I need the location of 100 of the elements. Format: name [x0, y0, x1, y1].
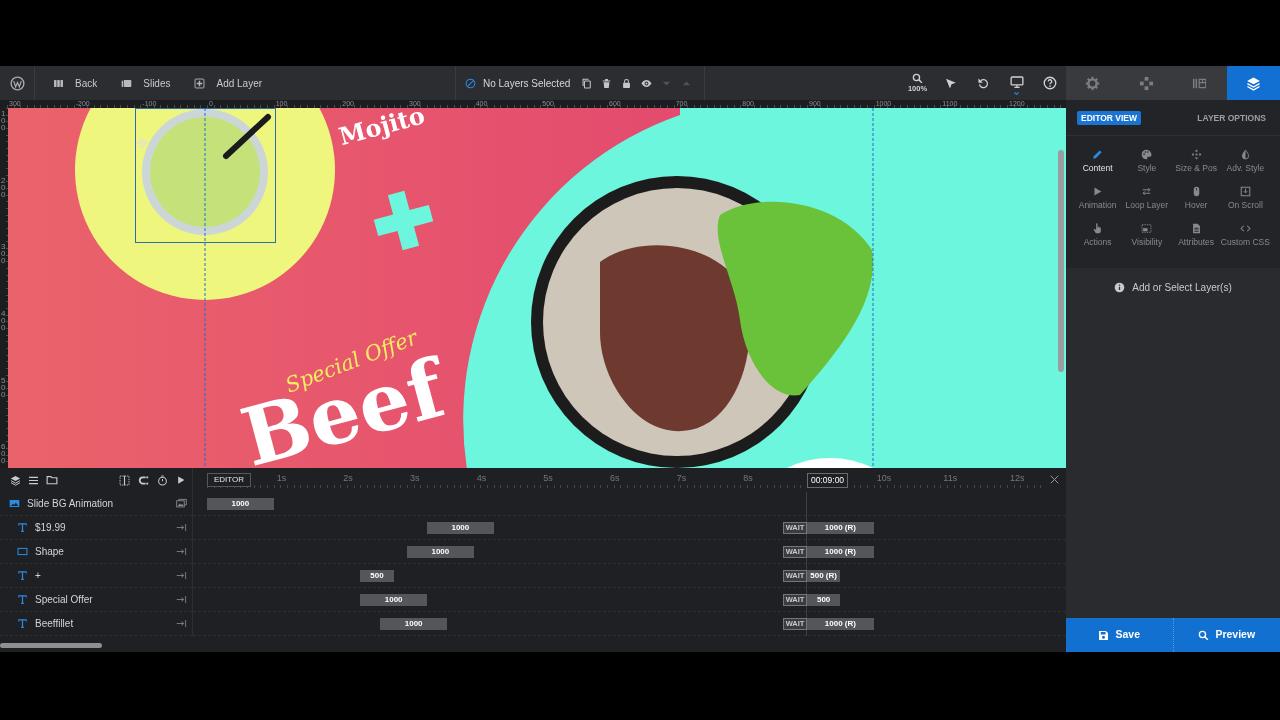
play-icon [1092, 186, 1104, 197]
images-icon[interactable] [176, 498, 187, 509]
editor-button[interactable]: EDITOR [207, 473, 252, 487]
panel-tab[interactable] [1066, 66, 1120, 100]
option-button[interactable]: Content [1073, 144, 1123, 181]
arrow-to-line-icon[interactable] [176, 594, 187, 605]
time-label: 6s [610, 473, 620, 483]
time-label: 12s [1010, 473, 1025, 483]
time-label: 1s [276, 473, 287, 483]
option-button[interactable]: Visibility [1122, 218, 1172, 255]
trash-icon[interactable] [601, 77, 612, 89]
duration-label: 1000 (R) [824, 546, 856, 558]
arrow-to-line-icon[interactable] [176, 570, 187, 581]
duration-label: 1000 [431, 546, 450, 558]
animation-bar[interactable]: 1000 [427, 522, 494, 534]
toolbar-button[interactable]: Add Layer [182, 66, 275, 100]
undo-icon[interactable] [977, 76, 990, 90]
option-button[interactable]: Attributes [1171, 218, 1221, 255]
option-button[interactable]: On Scroll [1220, 181, 1270, 218]
eye-icon[interactable] [641, 77, 652, 89]
toolbar-button[interactable]: Back [41, 66, 110, 100]
monitor-icon[interactable] [1009, 75, 1024, 89]
image-icon [9, 498, 20, 509]
time-label: 5s [543, 473, 553, 483]
duration-label: 500 [816, 594, 831, 606]
layers-icon[interactable] [10, 474, 21, 486]
add-square-icon [194, 77, 206, 89]
animation-bar[interactable]: 500 (R) [807, 570, 841, 582]
view-tab[interactable]: LAYER OPTIONS [1193, 110, 1270, 125]
arrow-to-line-icon[interactable] [176, 522, 187, 533]
scrollbar-thumb[interactable] [1058, 150, 1064, 372]
text-tool-icon [17, 570, 28, 581]
animation-bar[interactable]: 1000 (R) [807, 618, 874, 630]
chevron-icon[interactable] [1013, 91, 1020, 96]
layer-name[interactable]: Shape [35, 544, 64, 559]
option-button[interactable]: Style [1122, 144, 1172, 181]
arrow-to-line-icon[interactable] [176, 618, 187, 629]
animation-bar[interactable]: 500 [360, 570, 394, 582]
layer-name[interactable]: + [35, 568, 41, 583]
play-icon[interactable] [176, 475, 186, 485]
option-button[interactable]: Custom CSS [1220, 218, 1270, 255]
layer-name[interactable]: $19.99 [35, 520, 66, 535]
ruler-label: 200 [1, 176, 6, 198]
arrow-to-line-icon[interactable] [176, 546, 187, 557]
search-icon [1198, 629, 1210, 641]
layer-name[interactable]: Beeffillet [35, 616, 74, 631]
panel-tab[interactable] [1226, 66, 1280, 100]
time-label: 8s [743, 473, 753, 483]
layers-icon [1245, 75, 1261, 91]
animation-bar[interactable]: 1000 [360, 594, 427, 606]
duration-label: 1000 [451, 522, 470, 534]
slash-circle-icon [465, 77, 476, 89]
scrollbar-thumb[interactable] [0, 643, 102, 648]
animation-bar[interactable]: 1000 (R) [807, 522, 874, 534]
layer-name[interactable]: Special Offer [35, 592, 93, 607]
split-columns-icon[interactable] [119, 474, 130, 486]
animation-bar[interactable]: 1000 [407, 546, 474, 558]
option-button[interactable]: Loop Layer [1122, 181, 1172, 218]
animation-bar[interactable]: 1000 [207, 498, 274, 510]
ruler-label: 300 [1, 243, 6, 265]
toolbar-button[interactable]: Slides [109, 66, 183, 100]
help-icon[interactable] [1042, 76, 1057, 90]
option-button[interactable]: Actions [1073, 218, 1123, 255]
pointer-icon[interactable] [944, 76, 957, 90]
floppy-icon [1098, 629, 1110, 641]
playhead-handle[interactable]: 00:09:00 [807, 473, 849, 488]
action-button[interactable]: Save [1066, 618, 1173, 652]
download-box-icon [1239, 186, 1251, 197]
copy-icon[interactable] [581, 77, 592, 89]
animation-bar[interactable]: 1000 [380, 618, 447, 630]
columns-icon [53, 77, 64, 89]
layer-name[interactable]: Slide BG Animation [27, 496, 114, 511]
action-button[interactable]: Preview [1172, 618, 1280, 652]
rectangle-icon [17, 546, 28, 557]
duration-label: 1000 [231, 498, 250, 510]
panel-tab[interactable] [1173, 66, 1227, 100]
slide-title: Mojito [335, 108, 428, 152]
magnet-icon[interactable] [138, 474, 149, 486]
option-button[interactable]: Animation [1073, 181, 1123, 218]
document-icon [1190, 223, 1202, 234]
time-label: 10s [876, 473, 892, 483]
ruler-label: 500 [1, 376, 6, 398]
close-icon[interactable] [1049, 474, 1060, 485]
panels-icon [121, 77, 133, 89]
dashed-image-icon [1141, 223, 1153, 234]
lock-icon[interactable] [621, 77, 632, 89]
hand-pointer-icon [1092, 223, 1104, 234]
animation-bar[interactable]: 500 [807, 594, 841, 606]
list-icon[interactable] [28, 474, 39, 486]
view-tab[interactable]: EDITOR VIEW [1077, 110, 1142, 125]
time-label: 2s [343, 473, 353, 483]
option-button[interactable]: Hover [1171, 181, 1221, 218]
option-button[interactable]: Size & Pos [1171, 144, 1221, 181]
animation-bar[interactable]: 1000 (R) [807, 546, 874, 558]
duration-label: 1000 [404, 618, 423, 630]
folder-icon[interactable] [46, 474, 58, 486]
hint-text: Add or Select Layer(s) [1132, 281, 1232, 294]
timer-icon[interactable] [157, 474, 168, 486]
option-button[interactable]: Adv. Style [1220, 144, 1270, 181]
logo-icon[interactable] [9, 75, 25, 91]
